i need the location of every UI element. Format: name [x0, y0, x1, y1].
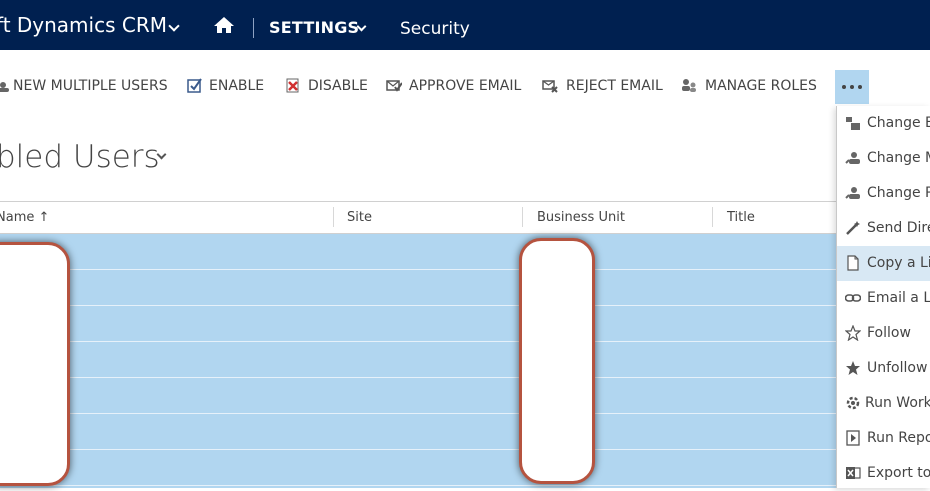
- disable-button[interactable]: DISABLE: [286, 78, 368, 94]
- menu-item-label: Change B: [867, 115, 930, 131]
- enable-button[interactable]: ENABLE: [187, 78, 264, 94]
- menu-item-follow[interactable]: Follow: [837, 316, 930, 351]
- menu-item-label: Run Repo: [867, 430, 930, 446]
- excel-icon: [846, 467, 861, 479]
- column-divider[interactable]: [333, 207, 334, 227]
- table-row[interactable]: [0, 270, 836, 306]
- approve-email-button[interactable]: APPROVE EMAIL: [386, 78, 521, 94]
- disable-icon: [286, 78, 299, 93]
- column-divider[interactable]: [522, 207, 523, 227]
- menu-item-change-business-unit[interactable]: Change B: [837, 106, 930, 141]
- menu-item-unfollow[interactable]: Unfollow: [837, 351, 930, 386]
- redaction-block: [519, 238, 595, 484]
- more-commands-button[interactable]: [835, 70, 869, 104]
- ellipsis-dot: [858, 85, 862, 89]
- menu-item-change-manager[interactable]: Change M: [837, 141, 930, 176]
- manage-roles-button[interactable]: MANAGE ROLES: [681, 78, 817, 94]
- reject-email-icon: [542, 80, 558, 93]
- star-filled-icon: [846, 361, 860, 375]
- column-header-business-unit[interactable]: Business Unit: [537, 210, 625, 225]
- home-icon[interactable]: [213, 16, 235, 34]
- button-label: ENABLE: [209, 78, 265, 94]
- checkbox-icon: [187, 78, 202, 93]
- table-row[interactable]: [0, 342, 836, 378]
- redaction-block: [0, 242, 70, 486]
- user-change-icon: [845, 187, 860, 199]
- menu-item-label: Change P: [867, 185, 930, 201]
- magic-wand-icon: [846, 221, 860, 235]
- button-label: NEW MULTIPLE USERS: [13, 78, 168, 94]
- app-title[interactable]: ft Dynamics CRM: [0, 13, 167, 37]
- run-report-icon: [846, 430, 860, 446]
- business-unit-icon: [846, 117, 860, 130]
- grid-body: [0, 234, 836, 488]
- table-row[interactable]: [0, 414, 836, 450]
- menu-item-change-position[interactable]: Change P: [837, 176, 930, 211]
- menu-item-export-to-excel[interactable]: Export to: [837, 456, 930, 491]
- menu-item-send-direct-email[interactable]: Send Dire: [837, 211, 930, 246]
- table-row[interactable]: [0, 234, 836, 270]
- button-label: MANAGE ROLES: [705, 78, 817, 94]
- menu-item-run-report[interactable]: Run Repo: [837, 421, 930, 456]
- view-title[interactable]: bled Users: [0, 139, 160, 175]
- button-label: APPROVE EMAIL: [409, 78, 522, 94]
- menu-item-copy-link[interactable]: Copy a Li: [837, 246, 930, 281]
- column-header-site[interactable]: Site: [347, 210, 372, 225]
- button-label: REJECT EMAIL: [566, 78, 663, 94]
- table-row[interactable]: [0, 450, 836, 486]
- menu-item-label: Follow: [867, 325, 911, 341]
- new-multiple-users-button[interactable]: NEW MULTIPLE USERS: [0, 78, 168, 94]
- menu-item-label: Run Work: [865, 395, 930, 411]
- manage-roles-icon: [682, 79, 696, 92]
- column-header-title[interactable]: Title: [727, 210, 755, 225]
- nav-settings[interactable]: SETTINGS: [269, 18, 359, 37]
- reject-email-button[interactable]: REJECT EMAIL: [542, 78, 663, 94]
- table-row[interactable]: [0, 378, 836, 414]
- grid-header: Name ↑ Site Business Unit Title: [0, 201, 836, 234]
- button-label: DISABLE: [308, 78, 368, 94]
- nav-divider: [253, 18, 254, 38]
- table-row[interactable]: [0, 306, 836, 342]
- menu-item-label: Email a Li: [867, 290, 930, 306]
- add-user-icon: [0, 82, 9, 92]
- user-change-icon: [845, 152, 860, 164]
- workflow-icon: [846, 396, 860, 410]
- more-commands-menu: Change B Change M Change P Send Dire Cop…: [836, 106, 930, 488]
- column-header-name[interactable]: Name ↑: [0, 210, 49, 225]
- nav-security[interactable]: Security: [400, 19, 470, 39]
- chevron-down-icon[interactable]: [168, 20, 180, 32]
- menu-item-label: Export to: [867, 465, 930, 481]
- menu-item-label: Copy a Li: [867, 255, 930, 271]
- menu-item-run-workflow[interactable]: Run Work: [837, 386, 930, 421]
- approve-email-icon: [386, 80, 402, 92]
- top-navigation-bar: ft Dynamics CRM SETTINGS Security: [0, 0, 930, 50]
- ellipsis-dot: [850, 85, 854, 89]
- column-divider[interactable]: [712, 207, 713, 227]
- ellipsis-icon: [842, 85, 846, 89]
- command-bar: NEW MULTIPLE USERS ENABLE DISABLE APPROV…: [0, 50, 930, 106]
- menu-item-label: Change M: [867, 150, 930, 166]
- menu-item-label: Send Dire: [867, 220, 930, 236]
- menu-item-label: Unfollow: [867, 360, 928, 376]
- star-outline-icon: [845, 325, 861, 341]
- menu-item-email-link[interactable]: Email a Li: [837, 281, 930, 316]
- document-icon: [847, 255, 859, 271]
- link-icon: [845, 294, 861, 302]
